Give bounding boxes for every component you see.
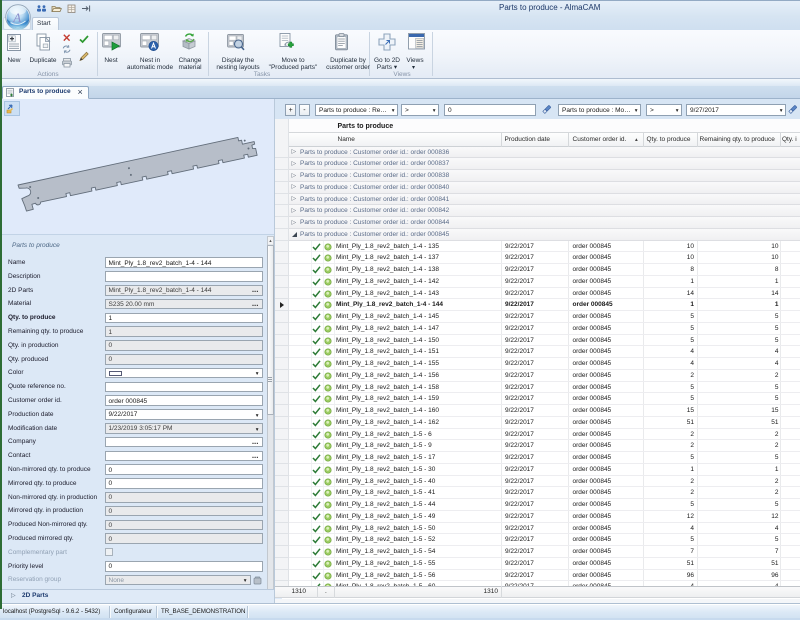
svg-text:A: A xyxy=(12,10,21,25)
